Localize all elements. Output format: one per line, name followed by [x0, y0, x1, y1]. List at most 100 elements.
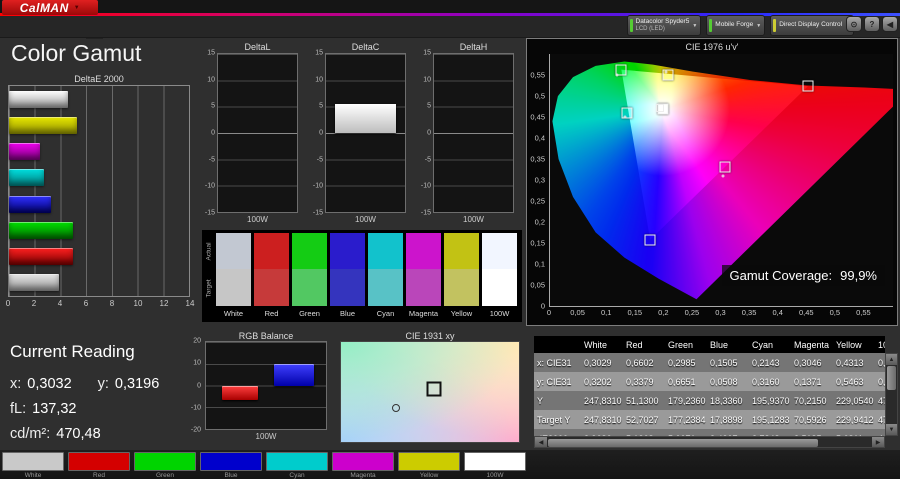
- delta-y-tick: 5: [427, 102, 431, 110]
- cie-marker-blue-target: [644, 234, 656, 246]
- swatch-column-red: Red: [254, 233, 289, 318]
- table-column-header: Yellow: [836, 339, 862, 350]
- meter-name: Direct Display Control: [779, 21, 843, 29]
- table-column-header: Magenta: [794, 339, 830, 350]
- cie-marker-white-actual: [655, 104, 664, 113]
- page-title: Color Gamut: [11, 40, 142, 66]
- deltae-x-tick: 8: [109, 299, 115, 308]
- deltae-bar-row-100w: [9, 90, 189, 108]
- rgb-bar-blue: [274, 363, 314, 386]
- swatch-column-yellow: Yellow: [444, 233, 479, 318]
- meter-button-2[interactable]: Mobile Forge ▼: [706, 15, 766, 36]
- pattern-button-magenta[interactable]: Magenta: [332, 452, 394, 479]
- horizontal-scroll-thumb[interactable]: [548, 439, 818, 447]
- table-cell: 0,3202: [584, 376, 612, 387]
- help-button[interactable]: ?: [864, 16, 880, 32]
- deltae-x-tick: 6: [83, 299, 89, 308]
- cie-marker-yellow-actual: [664, 70, 668, 74]
- app-logo-menu[interactable]: CalMAN ▼: [2, 0, 98, 15]
- delta-chart-body: 15 10 5 0 -5 -10 -15: [415, 50, 514, 217]
- pattern-label: Cyan: [289, 472, 305, 479]
- pattern-button-100w[interactable]: 100W: [464, 452, 526, 479]
- swatch-target: [216, 269, 251, 306]
- cie1976-x-tick: 0,4: [772, 308, 783, 317]
- logo-dropdown-icon: ▼: [73, 4, 81, 11]
- delta-y-tick: -5: [424, 156, 431, 164]
- delta-y-tick: -5: [208, 156, 215, 164]
- rgb-y-tick: -20: [190, 426, 201, 434]
- table-cell: 247,8310: [584, 414, 622, 425]
- cie1976-y-tick: 0,15: [530, 238, 545, 248]
- cie1976-x-tick: 0,15: [627, 308, 643, 317]
- pattern-label: Green: [155, 472, 175, 479]
- swatch-row-label: Target: [205, 278, 213, 297]
- scroll-down-icon[interactable]: ▼: [886, 424, 897, 435]
- deltae-chart-title: DeltaE 2000: [74, 74, 124, 84]
- delta-y-tick: 0: [319, 129, 323, 137]
- current-reading-block: Current Reading x: 0,3032 y: 0,3196 fL: …: [10, 342, 190, 451]
- calman-window: CalMAN ▼ ◉ History 1 + Datacolor Spyder5…: [0, 0, 900, 479]
- swatch-target: [444, 269, 479, 306]
- delta-plot: [433, 53, 514, 213]
- cie1976-x-tick: 0,55: [856, 308, 871, 317]
- actual-target-swatch-strip: Actual Target White Red Green Blue Cyan Magent…: [202, 230, 522, 322]
- swatch-column-green: Green: [292, 233, 327, 318]
- settings-button[interactable]: ⊙: [846, 16, 862, 32]
- pattern-button-cyan[interactable]: Cyan: [266, 452, 328, 479]
- deltae-bar-row-red: [9, 248, 189, 266]
- pattern-swatch: [398, 452, 460, 471]
- table-cell: 0,1505: [710, 357, 738, 368]
- meter-name: Datacolor Spyder5: [635, 17, 690, 25]
- cie1976-x-tick: 0,5: [829, 308, 841, 317]
- table-cell: 0,3046: [794, 357, 822, 368]
- cie1976-x-tick: 0,3: [715, 308, 726, 317]
- scroll-up-icon[interactable]: ▲: [886, 354, 897, 365]
- table-column-header: Cyan: [752, 339, 774, 350]
- swatch-actual: [216, 233, 251, 269]
- gamut-coverage-value: 99,9%: [840, 268, 877, 283]
- swatch-actual: [254, 233, 289, 269]
- swatch-column-100w: 100W: [482, 233, 517, 318]
- delta-y-axis: 15 10 5 0 -5 -10 -15: [415, 50, 433, 217]
- cie1976-x-tick: 0,2: [658, 308, 669, 317]
- pattern-button-yellow[interactable]: Yellow: [398, 452, 460, 479]
- cie1976-x-tick: 0,45: [798, 308, 814, 317]
- cie-marker-red-target: [802, 80, 814, 92]
- delta-y-axis: 15 10 5 0 -5 -10 -15: [199, 50, 217, 217]
- delta-y-tick: -10: [312, 182, 323, 190]
- rgb-balance-y-axis: 20 10 0 -10 -20: [184, 338, 203, 434]
- table-vertical-scrollbar[interactable]: ▲ ▼: [885, 353, 898, 436]
- delta-chart-title: DeltaH: [459, 42, 488, 52]
- swatch-label: 100W: [489, 309, 510, 318]
- meter-button-1[interactable]: Datacolor Spyder5 LCD (LED) ▼: [626, 15, 702, 36]
- scroll-right-icon[interactable]: ▶: [872, 437, 884, 447]
- delta-plot: [217, 53, 298, 213]
- table-column-header: Blue: [710, 339, 729, 350]
- delta-chart-title: DeltaC: [351, 42, 380, 52]
- pattern-button-green[interactable]: Green: [134, 452, 196, 479]
- meter-button-3[interactable]: Direct Display Control▼: [770, 15, 854, 36]
- meter-label: Datacolor Spyder5 LCD (LED): [635, 17, 690, 32]
- table-cell: 0,3379: [626, 376, 654, 387]
- reading-fl-label: fL:: [10, 401, 27, 417]
- scroll-left-icon[interactable]: ◀: [535, 437, 547, 447]
- vertical-scroll-thumb[interactable]: [887, 366, 896, 390]
- table-horizontal-scrollbar[interactable]: ◀ ▶: [534, 436, 885, 448]
- table-cell: 0,2143: [752, 357, 780, 368]
- pattern-button-red[interactable]: Red: [68, 452, 130, 479]
- cie-marker-cyan-actual: [623, 115, 627, 119]
- pattern-button-blue[interactable]: Blue: [200, 452, 262, 479]
- meter-sublabel: LCD (LED): [635, 25, 665, 32]
- table-cell: 17,8898: [710, 414, 743, 425]
- delta-chart-deltah: DeltaH 15 10 5 0 -5 -10 -15 100W: [415, 42, 514, 228]
- table-body: x: CIE31 0,3029 0,6602 0,2985 0,1505 0,2143 0,…: [534, 353, 885, 436]
- table-row-x-cie31: x: CIE31 0,3029 0,6602 0,2985 0,1505 0,2143 0,…: [534, 353, 885, 372]
- table-row-target-y: Target Y 247,8310 52,7027 177,2384 17,8898 19…: [534, 410, 885, 429]
- collapse-button[interactable]: ◀: [882, 16, 898, 32]
- deltae-bar-cyan: [9, 169, 44, 187]
- pattern-swatch: [332, 452, 394, 471]
- delta-plot: [325, 53, 406, 213]
- pattern-button-white[interactable]: White: [2, 452, 64, 479]
- cie1976-y-tick: 0,35: [530, 154, 545, 164]
- cie1931-actual-marker: [392, 404, 401, 412]
